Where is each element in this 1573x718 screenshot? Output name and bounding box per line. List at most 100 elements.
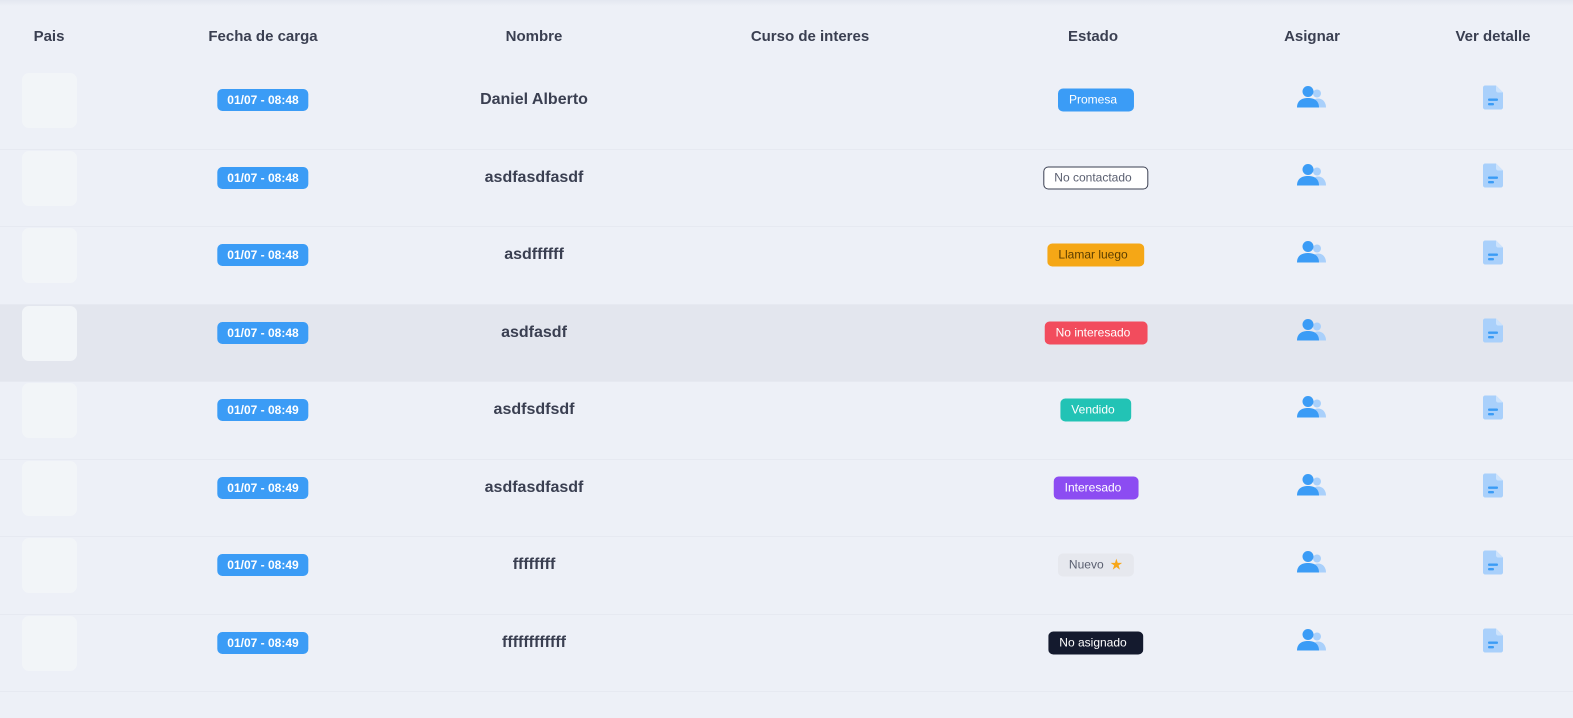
status-cell: Promesa	[1057, 88, 1135, 112]
users-icon[interactable]	[1297, 241, 1327, 265]
lead-name[interactable]: Daniel Alberto	[480, 91, 588, 109]
leads-table: Pais Fecha de carga Nombre Curso de inte…	[0, 0, 1573, 692]
table-row[interactable]: 01/07 - 08:48 Daniel Alberto Promesa	[0, 72, 1573, 150]
document-icon[interactable]	[1483, 163, 1503, 187]
upload-date-cell: 01/07 - 08:48	[217, 89, 309, 111]
detail-cell	[1483, 85, 1503, 115]
upload-date-badge: 01/07 - 08:48	[217, 321, 309, 344]
upload-date-cell: 01/07 - 08:48	[217, 321, 309, 344]
status-badge[interactable]: Nuevo ★	[1057, 553, 1135, 577]
detail-cell	[1483, 395, 1503, 425]
lead-name[interactable]: asdfsdfsdf	[494, 401, 575, 419]
col-header-nombre[interactable]: Nombre	[506, 28, 563, 45]
upload-date-cell: 01/07 - 08:48	[217, 166, 309, 189]
table-header: Pais Fecha de carga Nombre Curso de inte…	[0, 0, 1573, 72]
upload-date-cell: 01/07 - 08:48	[217, 244, 309, 266]
lead-name[interactable]: asdffffff	[504, 246, 564, 264]
table-row[interactable]: 01/07 - 08:48 asdffffff Llamar luego	[0, 227, 1573, 305]
country-flag	[22, 228, 77, 283]
lead-name[interactable]: asdfasdf	[501, 324, 567, 342]
status-badge[interactable]: Promesa	[1057, 88, 1135, 112]
lead-name[interactable]: asdfasdfasdf	[485, 479, 584, 497]
lead-name[interactable]: ffffffff	[513, 556, 556, 574]
status-label: Vendido	[1071, 402, 1115, 417]
document-icon[interactable]	[1483, 318, 1503, 342]
table-row[interactable]: 01/07 - 08:48 asdfasdfasdf No contactado	[0, 150, 1573, 227]
document-icon[interactable]	[1483, 240, 1503, 265]
country-flag	[22, 538, 77, 593]
col-header-ver-detalle[interactable]: Ver detalle	[1455, 28, 1530, 45]
detail-cell	[1483, 318, 1503, 347]
upload-date-badge: 01/07 - 08:48	[217, 166, 309, 189]
upload-date-cell: 01/07 - 08:49	[217, 399, 309, 421]
document-icon[interactable]	[1483, 473, 1503, 497]
country-flag	[22, 150, 77, 206]
assign-cell	[1297, 628, 1327, 657]
users-icon[interactable]	[1297, 86, 1327, 110]
assign-cell	[1297, 163, 1327, 192]
assign-cell	[1297, 86, 1327, 115]
users-icon[interactable]	[1297, 473, 1327, 497]
detail-cell	[1483, 240, 1503, 270]
status-badge[interactable]: No interesado	[1044, 321, 1148, 344]
status-badge[interactable]: No asignado	[1048, 631, 1144, 654]
users-icon[interactable]	[1297, 628, 1327, 652]
table-row[interactable]: 01/07 - 08:49 ffffffffffff No asignado	[0, 615, 1573, 692]
document-icon[interactable]	[1483, 85, 1503, 110]
status-badge[interactable]: Llamar luego	[1047, 243, 1145, 267]
country-flag	[22, 73, 77, 128]
country-flag	[22, 305, 77, 361]
assign-cell	[1297, 551, 1327, 580]
table-row[interactable]: 01/07 - 08:49 asdfasdfasdf Interesado	[0, 460, 1573, 537]
lead-name[interactable]: asdfasdfasdf	[485, 169, 584, 187]
status-label: No contactado	[1054, 170, 1132, 184]
status-label: Interesado	[1064, 480, 1122, 494]
assign-cell	[1297, 396, 1327, 425]
star-icon: ★	[1109, 556, 1124, 574]
status-cell: Nuevo ★	[1057, 553, 1135, 577]
status-cell: Llamar luego	[1047, 243, 1145, 267]
table-row[interactable]: 01/07 - 08:48 asdfasdf No interesado	[0, 304, 1573, 382]
upload-date-badge: 01/07 - 08:48	[217, 89, 309, 111]
status-label: Promesa	[1068, 92, 1118, 107]
detail-cell	[1483, 473, 1503, 502]
table-row[interactable]: 01/07 - 08:49 ffffffff Nuevo ★	[0, 537, 1573, 615]
status-label: Llamar luego	[1058, 247, 1128, 262]
assign-cell	[1297, 473, 1327, 502]
detail-cell	[1483, 628, 1503, 657]
status-cell: No asignado	[1048, 631, 1144, 654]
upload-date-cell: 01/07 - 08:49	[217, 554, 309, 576]
assign-cell	[1297, 241, 1327, 270]
document-icon[interactable]	[1483, 395, 1503, 420]
col-header-fecha[interactable]: Fecha de carga	[208, 28, 317, 45]
col-header-estado[interactable]: Estado	[1068, 28, 1118, 45]
upload-date-badge: 01/07 - 08:49	[217, 399, 309, 421]
lead-name[interactable]: ffffffffffff	[502, 634, 566, 652]
table-row[interactable]: 01/07 - 08:49 asdfsdfsdf Vendido	[0, 382, 1573, 460]
status-badge[interactable]: Vendido	[1060, 398, 1132, 422]
users-icon[interactable]	[1297, 396, 1327, 420]
status-cell: Interesado	[1053, 476, 1139, 499]
detail-cell	[1483, 163, 1503, 192]
table-body: 01/07 - 08:48 Daniel Alberto Promesa 01/…	[0, 72, 1573, 692]
upload-date-badge: 01/07 - 08:49	[217, 554, 309, 576]
document-icon[interactable]	[1483, 628, 1503, 652]
users-icon[interactable]	[1297, 551, 1327, 575]
col-header-curso[interactable]: Curso de interes	[751, 28, 869, 45]
status-cell: No contactado	[1043, 166, 1149, 189]
status-label: Nuevo	[1068, 557, 1104, 572]
col-header-pais[interactable]: Pais	[34, 28, 65, 45]
document-icon[interactable]	[1483, 550, 1503, 575]
upload-date-badge: 01/07 - 08:49	[217, 631, 309, 654]
status-badge[interactable]: Interesado	[1053, 476, 1139, 499]
assign-cell	[1297, 318, 1327, 347]
status-label: No interesado	[1055, 325, 1131, 339]
col-header-asignar[interactable]: Asignar	[1284, 28, 1340, 45]
status-badge[interactable]: No contactado	[1043, 166, 1149, 189]
upload-date-cell: 01/07 - 08:49	[217, 631, 309, 654]
status-cell: Vendido	[1060, 398, 1132, 422]
users-icon[interactable]	[1297, 163, 1327, 187]
users-icon[interactable]	[1297, 318, 1327, 342]
status-label: No asignado	[1059, 635, 1127, 649]
country-flag	[22, 615, 77, 671]
